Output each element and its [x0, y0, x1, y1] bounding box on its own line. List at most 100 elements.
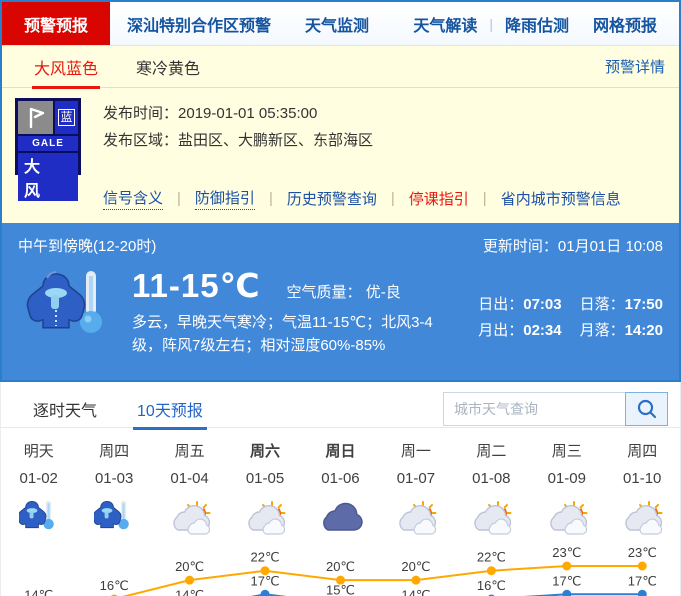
warning-link[interactable]: 历史预警查询 [287, 188, 377, 209]
nav-right-items: 天气解读|降雨估测网格预报 [401, 2, 679, 45]
chart-data-label: 22℃ [477, 550, 506, 565]
temperature-row: 11-15℃ 空气质量： 优-良 [132, 266, 460, 305]
nav-item-link[interactable]: 天气监测 [288, 2, 386, 45]
day-date: 01-07 [378, 464, 453, 494]
warning-publish-info: 发布时间：2019-01-01 05:35:00 发布区域：盐田区、大鹏新区、东… [103, 98, 373, 175]
chart-data-label: 17℃ [552, 573, 581, 588]
partly-cloudy-icon [605, 496, 680, 540]
forecast-tabs: 逐时天气 10天预报 [1, 382, 680, 428]
forecast-tab[interactable]: 逐时天气 [31, 389, 99, 429]
day-date: 01-03 [76, 464, 151, 494]
day-column[interactable]: 周五01-04 [152, 440, 227, 540]
chart-data-label: 14℃ [24, 587, 53, 596]
chart-data-label: 22℃ [251, 550, 280, 565]
day-date: 01-08 [454, 464, 529, 494]
chart-point [638, 590, 647, 596]
publish-time-label: 发布时间： [103, 105, 178, 122]
partly-cloudy-icon [454, 496, 529, 540]
day-name: 周五 [152, 440, 227, 464]
chart-data-label: 14℃ [401, 587, 430, 596]
partly-cloudy-icon [152, 496, 227, 540]
update-time-value: 01月01日 10:08 [558, 238, 663, 255]
temperature-range: 11-15℃ [132, 266, 261, 305]
day-column[interactable]: 周六01-05 [227, 440, 302, 540]
cold-jacket-icon [26, 266, 118, 357]
publish-time-value: 2019-01-01 05:35:00 [178, 105, 317, 122]
warning-detail-link[interactable]: 预警详情 [605, 56, 665, 77]
temperature-chart: 14℃16℃20℃22℃20℃20℃22℃23℃23℃9℃10℃14℃17℃15… [1, 542, 680, 596]
day-name: 周一 [378, 440, 453, 464]
nav-right-item[interactable]: 天气解读 [401, 12, 489, 36]
day-column[interactable]: 周四01-03 [76, 440, 151, 540]
day-column[interactable]: 周二01-08 [454, 440, 529, 540]
warning-link[interactable]: 信号含义 [103, 187, 163, 210]
nav-item-link[interactable]: 深汕特别合作区预警 [110, 2, 288, 45]
link-separator: | [177, 190, 181, 207]
forecast-tab-list: 逐时天气 10天预报 [31, 389, 241, 429]
publish-time-line: 发布时间：2019-01-01 05:35:00 [103, 100, 373, 127]
day-column[interactable]: 周日01-06 [303, 440, 378, 540]
chart-data-label: 16℃ [100, 578, 129, 593]
update-time: 更新时间：01月01日 10:08 [483, 235, 663, 256]
sunrise: 日出：07:03 [478, 292, 561, 318]
chart-data-label: 20℃ [401, 559, 430, 574]
top-nav: 预警预报深汕特别合作区预警天气监测 天气解读|降雨估测网格预报 [2, 2, 679, 46]
day-name: 周二 [454, 440, 529, 464]
badge-code: GALE [18, 136, 78, 151]
chart-data-label: 23℃ [628, 545, 657, 560]
current-conditions-panel: 中午到傍晚(12-20时) 更新时间：01月01日 10:08 [2, 223, 679, 380]
period-title: 中午到傍晚(12-20时) [18, 235, 156, 256]
chart-point [411, 576, 420, 585]
warning-link[interactable]: 防御指引 [195, 187, 255, 210]
warning-link[interactable]: 省内城市预警信息 [501, 188, 621, 209]
chart-data-label: 14℃ [175, 587, 204, 596]
day-name: 明天 [1, 440, 76, 464]
sun-moon-times: 日出：07:03 日落：17:50 月出：02:34 月落：14:20 [460, 292, 663, 357]
link-separator: | [269, 190, 273, 207]
weather-description: 多云，早晚天气寒冷；气温11-15℃；北风3-4级，阵风7级左右；相对湿度60%… [132, 311, 460, 357]
publish-area-label: 发布区域： [103, 132, 178, 149]
air-quality-label: 空气质量： [287, 284, 362, 301]
moonrise-label: 月出： [478, 322, 523, 339]
partly-cloudy-icon [529, 496, 604, 540]
moonrise: 月出：02:34 [478, 318, 561, 344]
sunset-label: 日落： [580, 296, 625, 313]
partly-cloudy-icon [378, 496, 453, 540]
nav-item-active[interactable]: 预警预报 [2, 2, 110, 45]
forecast-section: 逐时天气10天预报 明天01-02周四01-03周五01-04周六01-05周日… [0, 382, 681, 596]
warning-link[interactable]: 停课指引 [409, 188, 469, 209]
weather-page: 预警预报深汕特别合作区预警天气监测 天气解读|降雨估测网格预报 大风蓝色寒冷黄色… [0, 0, 681, 596]
day-name: 周六 [227, 440, 302, 464]
air-quality-value: 优-良 [366, 284, 401, 301]
publish-area-value: 盐田区、大鹏新区、东部海区 [178, 132, 373, 149]
warning-tabs: 大风蓝色寒冷黄色 预警详情 [2, 46, 679, 88]
update-time-label: 更新时间： [483, 238, 558, 255]
moonset-label: 月落： [580, 322, 625, 339]
day-name: 周四 [605, 440, 680, 464]
moon-row: 月出：02:34 月落：14:20 [460, 318, 663, 344]
cold-icon [76, 496, 151, 540]
search-button[interactable] [625, 392, 668, 426]
nav-left-items: 预警预报深汕特别合作区预警天气监测 [2, 2, 386, 45]
chart-data-label: 20℃ [326, 559, 355, 574]
nav-right-item[interactable]: 网格预报 [581, 12, 669, 36]
day-name: 周四 [76, 440, 151, 464]
warning-tab[interactable]: 寒冷黄色 [134, 46, 202, 88]
sunrise-value: 07:03 [523, 296, 561, 313]
search-icon [636, 398, 658, 420]
day-column[interactable]: 周一01-07 [378, 440, 453, 540]
city-search-input[interactable] [443, 392, 626, 426]
chart-point [261, 590, 270, 596]
warning-tab[interactable]: 大风蓝色 [32, 46, 100, 88]
day-column[interactable]: 周四01-10 [605, 440, 680, 540]
forecast-tab[interactable]: 10天预报 [135, 389, 205, 429]
day-column[interactable]: 周三01-09 [529, 440, 604, 540]
moonset: 月落：14:20 [580, 318, 663, 344]
nav-right-item[interactable]: 降雨估测 [493, 12, 581, 36]
chart-data-label: 16℃ [477, 578, 506, 593]
chart-point [487, 566, 496, 575]
day-column[interactable]: 明天01-02 [1, 440, 76, 540]
chart-point [562, 562, 571, 571]
day-date: 01-02 [1, 464, 76, 494]
warning-links-row: 信号含义|防御指引|历史预警查询|停课指引|省内城市预警信息 [103, 187, 679, 210]
